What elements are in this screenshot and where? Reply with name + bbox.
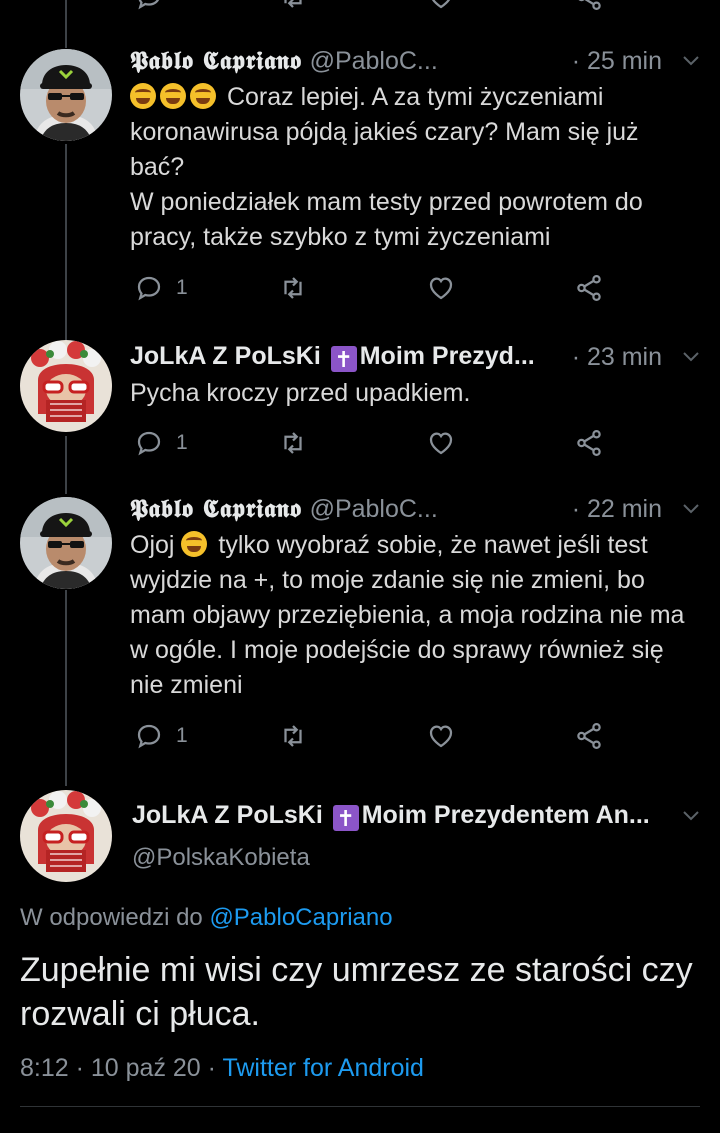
like-button[interactable] <box>426 0 456 14</box>
share-icon <box>577 430 601 456</box>
avatar-pablo-image <box>20 49 112 141</box>
share-button[interactable] <box>574 271 604 305</box>
tweet-actions-cutoff <box>130 0 610 14</box>
reply-count: 1 <box>176 431 188 454</box>
retweet-icon <box>284 0 302 8</box>
share-button[interactable] <box>574 719 604 753</box>
timestamp[interactable]: · 22 min <box>562 495 662 524</box>
tweet-1[interactable]: 𝕻𝖆𝖇𝖑𝖔 𝕮𝖆𝖕𝖗𝖎𝖆𝖓𝖔 @PabloC... · 25 min Coraz… <box>0 44 720 314</box>
like-icon <box>429 277 453 300</box>
reply-button[interactable]: 1 <box>134 426 188 460</box>
user-handle[interactable]: @PabloC... <box>310 47 438 76</box>
tweet-header: 𝕻𝖆𝖇𝖑𝖔 𝕮𝖆𝖕𝖗𝖎𝖆𝖓𝖔 @PabloC... · 25 min <box>130 44 700 78</box>
share-icon <box>577 275 601 301</box>
like-button[interactable] <box>426 426 456 460</box>
tweet-text: Coraz lepiej. A za tymi życzeniami koron… <box>130 80 692 255</box>
reply-button[interactable] <box>134 0 164 14</box>
divider <box>20 1106 700 1107</box>
reply-count: 1 <box>176 276 188 299</box>
latin-cross-icon: ✝ <box>332 805 359 831</box>
rofl-emoji-icon <box>160 83 186 109</box>
display-name[interactable]: JoLkA Z PoLsKi ✝ Moim Prezydentem An... <box>132 801 650 831</box>
avatar-jolka-image <box>20 790 112 882</box>
avatar-pablo-image <box>20 497 112 589</box>
display-name[interactable]: JoLkA Z PoLsKi ✝ Moim Prezyd... <box>130 342 535 372</box>
chevron-down-icon[interactable] <box>682 503 700 515</box>
avatar-pablo[interactable] <box>20 497 112 589</box>
latin-cross-icon: ✝ <box>330 346 357 372</box>
share-icon <box>577 723 601 749</box>
user-handle[interactable]: @PolskaKobieta <box>132 844 310 872</box>
retweet-button[interactable] <box>278 0 308 14</box>
user-handle[interactable]: @PabloC... <box>310 495 438 524</box>
reply-count: 1 <box>176 724 188 747</box>
reply-icon <box>137 276 161 301</box>
rofl-emoji-icon <box>130 83 156 109</box>
avatar-jolka[interactable] <box>20 340 112 432</box>
laughing-emoji-icon <box>181 531 208 557</box>
reply-label: W odpowiedzi do <box>20 904 203 931</box>
reply-button[interactable]: 1 <box>134 719 188 753</box>
like-icon <box>429 725 453 748</box>
display-name[interactable]: 𝕻𝖆𝖇𝖑𝖔 𝕮𝖆𝖕𝖗𝖎𝖆𝖓𝖔 <box>130 494 302 524</box>
reply-icon <box>138 0 160 10</box>
main-tweet: JoLkA Z PoLsKi ✝ Moim Prezydentem An... @… <box>0 790 720 1133</box>
timestamp[interactable]: · 23 min <box>562 343 662 372</box>
retweet-icon <box>284 725 302 747</box>
share-button[interactable] <box>574 0 604 14</box>
timestamp[interactable]: · 25 min <box>562 47 662 76</box>
retweet-icon <box>284 277 302 299</box>
like-button[interactable] <box>426 719 456 753</box>
retweet-button[interactable] <box>278 426 308 460</box>
avatar-jolka[interactable] <box>20 790 112 882</box>
display-name-suffix: Moim Prezydentem An... <box>361 801 650 829</box>
retweet-icon <box>284 432 302 454</box>
avatar-jolka-image <box>20 340 112 432</box>
share-icon <box>578 0 601 10</box>
rofl-emoji-icon <box>190 83 216 109</box>
tweet-meta: 8:12 · 10 paź 20 · Twitter for Android <box>20 1054 424 1082</box>
tweet-3[interactable]: 𝕻𝖆𝖇𝖑𝖔 𝕮𝖆𝖕𝖗𝖎𝖆𝖓𝖔 @PabloC... · 22 min Ojoj … <box>0 492 720 762</box>
reply-context: W odpowiedzi do @PabloCapriano <box>20 904 393 932</box>
display-name-prefix: JoLkA Z PoLsKi <box>132 801 323 829</box>
display-name[interactable]: 𝕻𝖆𝖇𝖑𝖔 𝕮𝖆𝖕𝖗𝖎𝖆𝖓𝖔 <box>130 46 302 76</box>
display-name-suffix: Moim Prezyd... <box>359 342 535 370</box>
reply-icon <box>137 724 161 749</box>
client-link[interactable]: Twitter for Android <box>222 1054 423 1082</box>
tweet-actions: 1 <box>130 719 610 753</box>
retweet-button[interactable] <box>278 719 308 753</box>
avatar-pablo[interactable] <box>20 49 112 141</box>
tweet-text-content: tylko wyobraź sobie, że nawet jeśli test… <box>130 531 685 699</box>
tweet-text: Ojoj tylko wyobraź sobie, że nawet jeśli… <box>130 528 692 703</box>
reply-icon <box>137 431 161 456</box>
chevron-down-icon[interactable] <box>682 351 700 363</box>
tweet-actions: 1 <box>130 271 610 305</box>
tweet-2[interactable]: JoLkA Z PoLsKi ✝ Moim Prezyd... · 23 min … <box>0 340 720 470</box>
tweet-actions: 1 <box>130 426 610 460</box>
tweet-header: JoLkA Z PoLsKi ✝ Moim Prezyd... · 23 min <box>130 340 700 374</box>
share-button[interactable] <box>574 426 604 460</box>
main-tweet-text: Zupełnie mi wisi czy umrzesz ze starości… <box>20 951 693 1033</box>
like-icon <box>429 432 453 455</box>
like-button[interactable] <box>426 271 456 305</box>
tweet-time: 8:12 <box>20 1054 69 1082</box>
chevron-down-icon[interactable] <box>682 55 700 67</box>
like-icon <box>431 0 451 9</box>
reply-mention-link[interactable]: @PabloCapriano <box>209 904 392 931</box>
thread-line-top <box>65 0 67 48</box>
tweet-text: Pycha kroczy przed upadkiem. <box>130 379 471 407</box>
tweet-header: 𝕻𝖆𝖇𝖑𝖔 𝕮𝖆𝖕𝖗𝖎𝖆𝖓𝖔 @PabloC... · 22 min <box>130 492 700 526</box>
retweet-button[interactable] <box>278 271 308 305</box>
display-name-prefix: JoLkA Z PoLsKi <box>130 342 321 370</box>
reply-button[interactable]: 1 <box>134 271 188 305</box>
chevron-down-icon[interactable] <box>682 810 700 822</box>
main-tweet-header: JoLkA Z PoLsKi ✝ Moim Prezydentem An... <box>132 796 700 836</box>
tweet-date: 10 paź 20 <box>90 1054 201 1082</box>
tweet-text-start: Ojoj <box>130 531 175 559</box>
